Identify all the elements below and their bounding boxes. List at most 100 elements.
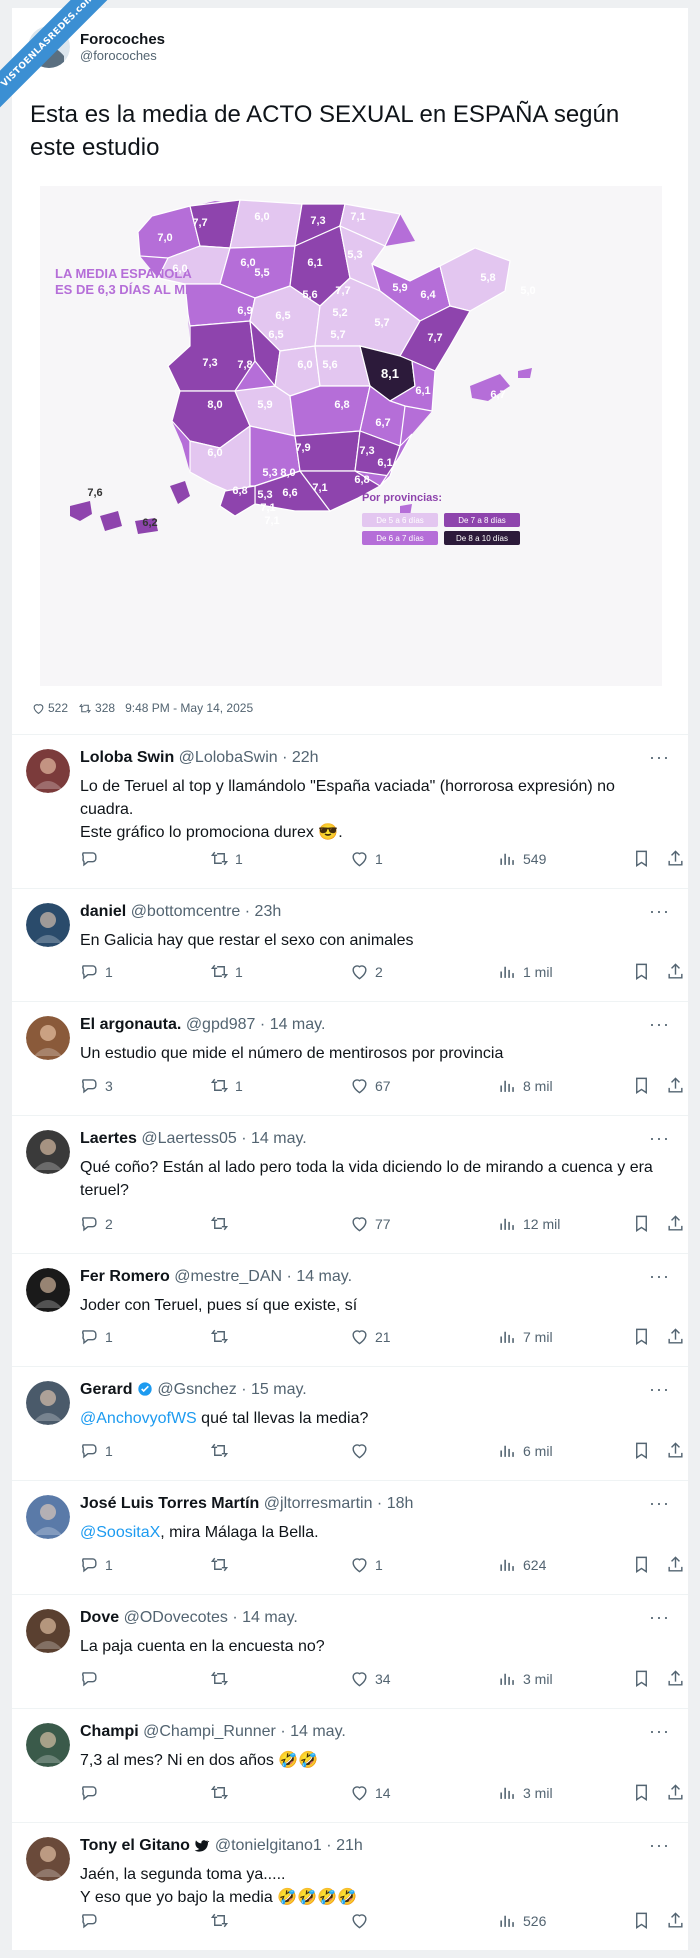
- share-button[interactable]: [666, 962, 685, 981]
- views-button[interactable]: 7 mil: [498, 1327, 553, 1346]
- reply-time[interactable]: 14 may.: [296, 1268, 352, 1285]
- reply-button[interactable]: 1: [80, 1555, 113, 1574]
- more-options-icon[interactable]: ···: [649, 1607, 670, 1628]
- reply-item[interactable]: Loloba Swin @LolobaSwin · 22h ··· Lo de …: [12, 734, 688, 888]
- reply-time[interactable]: 14 may.: [270, 1016, 326, 1033]
- bookmark-button[interactable]: [632, 1669, 651, 1688]
- bookmark-button[interactable]: [632, 1911, 651, 1930]
- bookmark-button[interactable]: [632, 1555, 651, 1574]
- reply-button[interactable]: [80, 849, 105, 868]
- reply-time[interactable]: 14 may.: [242, 1609, 298, 1626]
- reply-button[interactable]: 2: [80, 1214, 113, 1233]
- retweet-button[interactable]: 1: [210, 962, 243, 981]
- reply-author-handle[interactable]: @Laertess05: [141, 1130, 236, 1147]
- reply-author-handle[interactable]: @bottomcentre: [131, 903, 241, 920]
- mention-link[interactable]: @SoositaX: [80, 1524, 160, 1541]
- reply-avatar[interactable]: [26, 1016, 70, 1060]
- views-button[interactable]: 3 mil: [498, 1669, 553, 1688]
- tweet-timestamp[interactable]: 9:48 PM - May 14, 2025: [125, 701, 253, 715]
- author-handle[interactable]: @forocoches: [80, 48, 165, 63]
- like-button[interactable]: [350, 1911, 375, 1930]
- views-button[interactable]: 6 mil: [498, 1441, 553, 1460]
- reply-item[interactable]: Laertes @Laertess05 · 14 may. ··· Qué co…: [12, 1115, 688, 1253]
- reply-author-name[interactable]: Fer Romero: [80, 1268, 170, 1285]
- like-button[interactable]: 1: [350, 1555, 383, 1574]
- reply-item[interactable]: Gerard @Gsnchez · 15 may. ··· @Anchovyof…: [12, 1366, 688, 1480]
- reply-avatar[interactable]: [26, 1609, 70, 1653]
- share-button[interactable]: [666, 1783, 685, 1802]
- retweet-button[interactable]: [210, 1555, 235, 1574]
- like-button[interactable]: 67: [350, 1076, 391, 1095]
- reply-time[interactable]: 14 may.: [290, 1723, 346, 1740]
- retweet-button[interactable]: 1: [210, 849, 243, 868]
- reply-author-handle[interactable]: @tonielgitano1: [215, 1837, 322, 1854]
- views-button[interactable]: 526: [498, 1911, 546, 1930]
- reply-item[interactable]: José Luis Torres Martín @jltorresmartin …: [12, 1480, 688, 1594]
- author-name[interactable]: Forocoches: [80, 31, 165, 48]
- more-options-icon[interactable]: ···: [649, 901, 670, 922]
- bookmark-button[interactable]: [632, 1327, 651, 1346]
- bookmark-button[interactable]: [632, 1783, 651, 1802]
- reply-item[interactable]: Dove @ODovecotes · 14 may. ··· La paja c…: [12, 1594, 688, 1708]
- share-button[interactable]: [666, 1441, 685, 1460]
- share-button[interactable]: [666, 1076, 685, 1095]
- like-button[interactable]: [350, 1441, 375, 1460]
- views-button[interactable]: 624: [498, 1555, 546, 1574]
- more-options-icon[interactable]: ···: [649, 747, 670, 768]
- reply-button[interactable]: 1: [80, 962, 113, 981]
- reply-item[interactable]: El argonauta. @gpd987 · 14 may. ··· Un e…: [12, 1001, 688, 1115]
- reply-author-handle[interactable]: @gpd987: [186, 1016, 256, 1033]
- bookmark-button[interactable]: [632, 1214, 651, 1233]
- reply-time[interactable]: 14 may.: [251, 1130, 307, 1147]
- reply-button[interactable]: 1: [80, 1327, 113, 1346]
- reply-button[interactable]: [80, 1911, 105, 1930]
- share-button[interactable]: [666, 1327, 685, 1346]
- views-button[interactable]: 1 mil: [498, 962, 553, 981]
- reply-avatar[interactable]: [26, 1130, 70, 1174]
- like-button[interactable]: 2: [350, 962, 383, 981]
- reply-time[interactable]: 23h: [255, 903, 282, 920]
- more-options-icon[interactable]: ···: [649, 1721, 670, 1742]
- retweet-button[interactable]: [210, 1441, 235, 1460]
- retweet-button[interactable]: [210, 1911, 235, 1930]
- reply-avatar[interactable]: [26, 749, 70, 793]
- views-button[interactable]: 549: [498, 849, 546, 868]
- like-button[interactable]: 21: [350, 1327, 391, 1346]
- bookmark-button[interactable]: [632, 1076, 651, 1095]
- more-options-icon[interactable]: ···: [649, 1014, 670, 1035]
- share-button[interactable]: [666, 1911, 685, 1930]
- reply-avatar[interactable]: [26, 1381, 70, 1425]
- reply-author-handle[interactable]: @Champi_Runner: [143, 1723, 276, 1740]
- reply-avatar[interactable]: [26, 903, 70, 947]
- reply-author-name[interactable]: Laertes: [80, 1130, 137, 1147]
- reply-author-name[interactable]: José Luis Torres Martín: [80, 1495, 259, 1512]
- reply-author-name[interactable]: Loloba Swin: [80, 749, 174, 766]
- mention-link[interactable]: @AnchovyofWS: [80, 1410, 197, 1427]
- like-button[interactable]: 1: [350, 849, 383, 868]
- reply-time[interactable]: 18h: [387, 1495, 414, 1512]
- reply-item[interactable]: daniel @bottomcentre · 23h ··· En Galici…: [12, 888, 688, 1001]
- reply-button[interactable]: [80, 1669, 105, 1688]
- retweet-button[interactable]: [210, 1669, 235, 1688]
- share-button[interactable]: [666, 1214, 685, 1233]
- reply-button[interactable]: 1: [80, 1441, 113, 1460]
- like-button[interactable]: 34: [350, 1669, 391, 1688]
- reply-item[interactable]: Fer Romero @mestre_DAN · 14 may. ··· Jod…: [12, 1253, 688, 1366]
- reply-author-name[interactable]: Champi: [80, 1723, 139, 1740]
- reply-button[interactable]: 3: [80, 1076, 113, 1095]
- reply-author-handle[interactable]: @LolobaSwin: [179, 749, 278, 766]
- reply-author-handle[interactable]: @Gsnchez: [157, 1381, 236, 1398]
- more-options-icon[interactable]: ···: [649, 1266, 670, 1287]
- reply-author-handle[interactable]: @mestre_DAN: [174, 1268, 282, 1285]
- reply-time[interactable]: 22h: [292, 749, 319, 766]
- bookmark-button[interactable]: [632, 849, 651, 868]
- reply-avatar[interactable]: [26, 1268, 70, 1312]
- reply-author-handle[interactable]: @ODovecotes: [124, 1609, 228, 1626]
- views-button[interactable]: 3 mil: [498, 1783, 553, 1802]
- reply-button[interactable]: [80, 1783, 105, 1802]
- share-button[interactable]: [666, 849, 685, 868]
- likes-stat[interactable]: 522: [32, 701, 68, 715]
- reply-avatar[interactable]: [26, 1837, 70, 1881]
- reply-author-handle[interactable]: @jltorresmartin: [264, 1495, 373, 1512]
- more-options-icon[interactable]: ···: [649, 1128, 670, 1149]
